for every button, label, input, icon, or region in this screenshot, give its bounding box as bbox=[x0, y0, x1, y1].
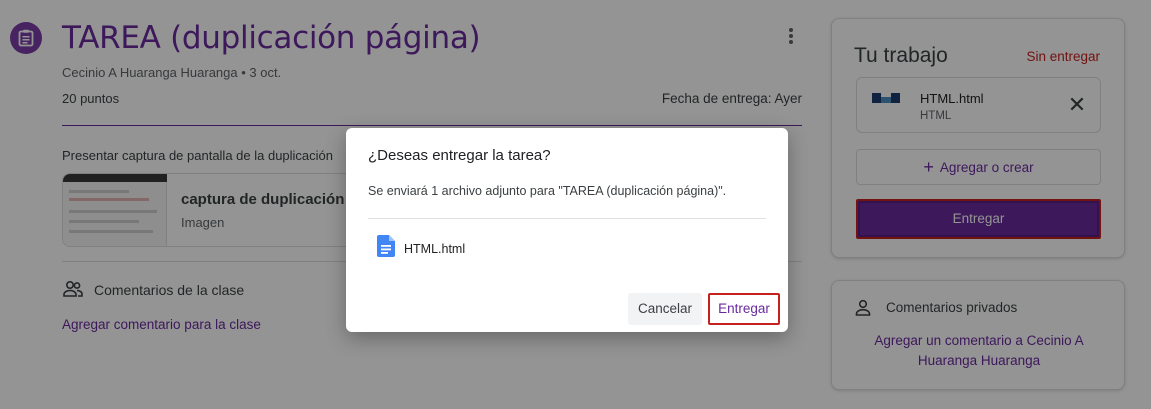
document-icon bbox=[377, 235, 395, 257]
dialog-title: ¿Deseas entregar la tarea? bbox=[368, 147, 551, 164]
dialog-divider bbox=[368, 218, 766, 219]
confirm-submit-button[interactable]: Entregar bbox=[708, 293, 780, 325]
dialog-message: Se enviará 1 archivo adjunto para "TAREA… bbox=[368, 184, 727, 198]
submit-dialog: ¿Deseas entregar la tarea? Se enviará 1 … bbox=[346, 128, 788, 332]
cancel-button[interactable]: Cancelar bbox=[628, 293, 702, 325]
dialog-file-name: HTML.html bbox=[404, 242, 466, 256]
